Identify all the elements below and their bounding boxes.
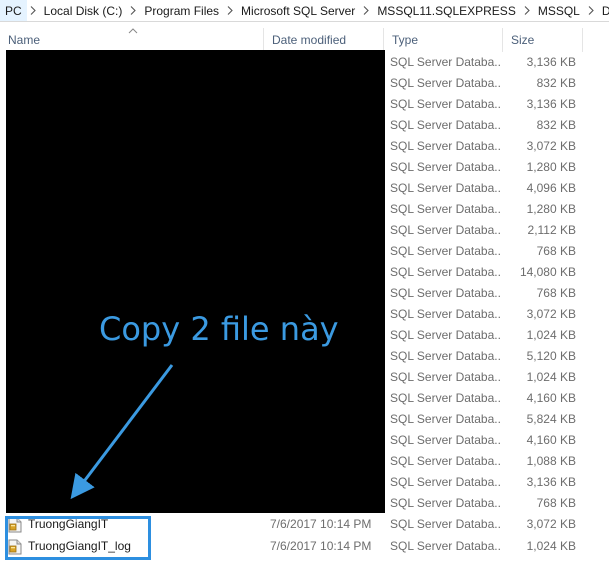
column-header-size-label: Size — [511, 33, 535, 47]
file-type: SQL Server Databa... — [390, 76, 500, 90]
file-size: 1,088 KB — [526, 454, 576, 468]
file-type: SQL Server Databa... — [390, 97, 500, 111]
breadcrumb-item-program-files[interactable]: Program Files — [139, 0, 224, 21]
column-header-type[interactable]: Type — [384, 28, 503, 52]
file-size: 5,824 KB — [526, 412, 576, 426]
column-header-type-label: Type — [392, 33, 419, 47]
file-size: 4,160 KB — [526, 391, 576, 405]
column-header-size[interactable]: Size — [503, 28, 583, 52]
file-date: 7/6/2017 10:14 PM — [270, 539, 372, 553]
file-type: SQL Server Databa... — [390, 412, 500, 426]
file-date: 7/6/2017 10:14 PM — [270, 517, 372, 531]
file-type: SQL Server Databa... — [390, 349, 500, 363]
file-size: 3,136 KB — [526, 475, 576, 489]
chevron-right-icon[interactable] — [224, 6, 236, 15]
breadcrumb-item-mssql11[interactable]: MSSQL11.SQLEXPRESS — [372, 0, 521, 21]
annotation-highlight-box — [5, 516, 151, 560]
file-type: SQL Server Databa... — [390, 265, 500, 279]
column-header-name[interactable]: Name — [0, 28, 264, 52]
file-size: 1,280 KB — [526, 202, 576, 216]
file-size: 3,072 KB — [526, 517, 576, 531]
file-type: SQL Server Databa... — [390, 160, 500, 174]
file-size: 4,160 KB — [526, 433, 576, 447]
chevron-right-icon[interactable] — [27, 6, 39, 15]
file-size: 832 KB — [536, 118, 576, 132]
file-type: SQL Server Databa... — [390, 307, 500, 321]
column-header-date-label: Date modified — [272, 33, 347, 47]
file-type: SQL Server Databa... — [390, 391, 500, 405]
file-type: SQL Server Databa... — [390, 539, 500, 553]
file-type: SQL Server Databa... — [390, 433, 500, 447]
file-type: SQL Server Databa... — [390, 202, 500, 216]
file-type: SQL Server Databa... — [390, 496, 500, 510]
chevron-right-icon[interactable] — [127, 6, 139, 15]
file-size: 4,096 KB — [526, 181, 576, 195]
breadcrumb-item-data[interactable]: DATA — [597, 0, 609, 21]
file-type: SQL Server Databa... — [390, 223, 500, 237]
breadcrumb-item-mssql[interactable]: MSSQL — [533, 0, 585, 21]
column-headers: Name Date modified Type Size — [0, 28, 609, 52]
file-size: 1,024 KB — [526, 370, 576, 384]
file-type: SQL Server Databa... — [390, 181, 500, 195]
file-type: SQL Server Databa... — [390, 286, 500, 300]
file-size: 768 KB — [536, 496, 576, 510]
file-size: 14,080 KB — [519, 265, 576, 279]
file-type: SQL Server Databa... — [390, 118, 500, 132]
column-header-name-label: Name — [8, 33, 41, 47]
file-size: 3,072 KB — [526, 307, 576, 321]
chevron-right-icon[interactable] — [585, 6, 597, 15]
file-type: SQL Server Databa... — [390, 370, 500, 384]
file-type: SQL Server Databa... — [390, 517, 500, 531]
file-size: 1,024 KB — [526, 328, 576, 342]
file-size: 1,280 KB — [526, 160, 576, 174]
breadcrumb-item-local-disk[interactable]: Local Disk (C:) — [39, 0, 128, 21]
redaction-block — [6, 50, 385, 513]
breadcrumb-item-microsoft-sql-server[interactable]: Microsoft SQL Server — [236, 0, 360, 21]
file-type: SQL Server Databa... — [390, 475, 500, 489]
breadcrumb: PC Local Disk (C:) Program Files Microso… — [0, 0, 609, 22]
file-size: 3,072 KB — [526, 139, 576, 153]
file-type: SQL Server Databa... — [390, 244, 500, 258]
file-size: 5,120 KB — [526, 349, 576, 363]
file-size: 832 KB — [536, 76, 576, 90]
annotation-text: Copy 2 file này — [99, 310, 339, 348]
file-type: SQL Server Databa... — [390, 328, 500, 342]
column-header-date-modified[interactable]: Date modified — [264, 28, 384, 52]
file-size: 2,112 KB — [527, 223, 576, 237]
file-type: SQL Server Databa... — [390, 139, 500, 153]
file-size: 1,024 KB — [526, 539, 576, 553]
file-size: 3,136 KB — [526, 55, 576, 69]
file-type: SQL Server Databa... — [390, 55, 500, 69]
file-size: 3,136 KB — [526, 97, 576, 111]
breadcrumb-item-pc[interactable]: PC — [0, 0, 27, 21]
chevron-right-icon[interactable] — [521, 6, 533, 15]
file-size: 768 KB — [536, 286, 576, 300]
file-size: 768 KB — [536, 244, 576, 258]
file-type: SQL Server Databa... — [390, 454, 500, 468]
chevron-right-icon[interactable] — [360, 6, 372, 15]
